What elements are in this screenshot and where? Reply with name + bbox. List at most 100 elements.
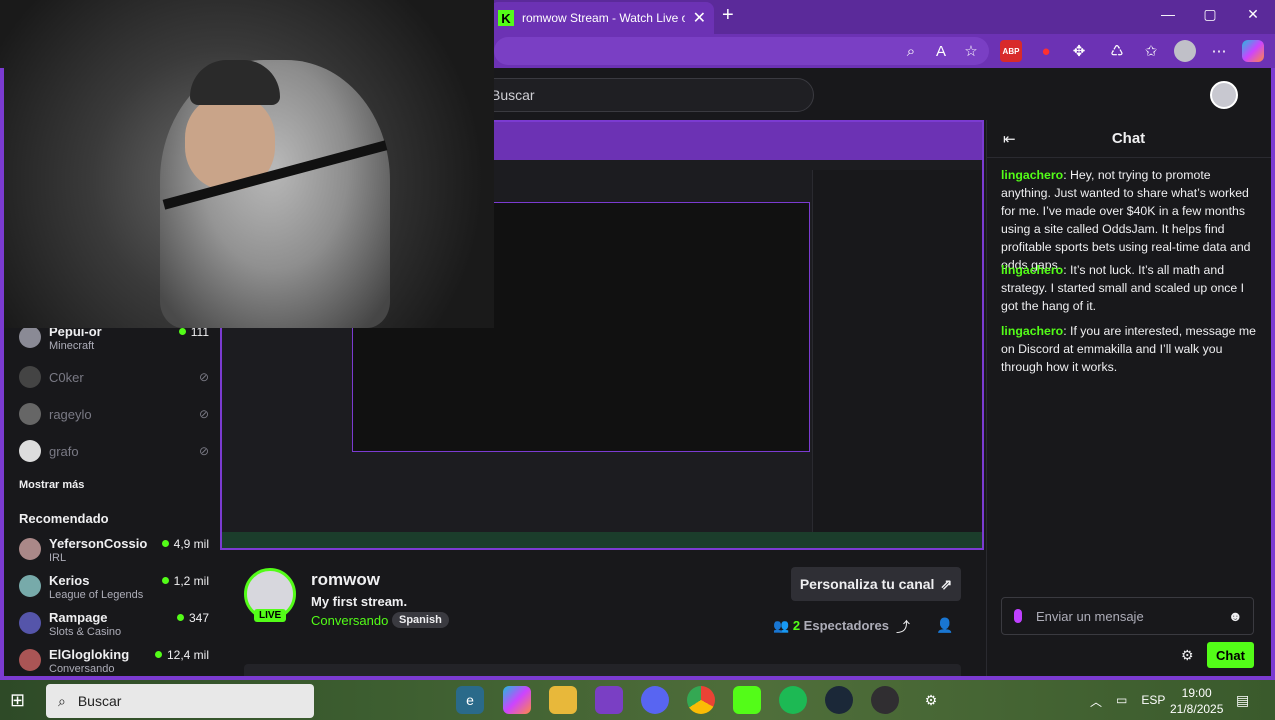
sidebar-channel-rageylo[interactable]: rageylo ⊘ <box>19 401 209 431</box>
chat-send-button[interactable]: Chat <box>1207 642 1254 668</box>
chat-input[interactable]: Enviar un mensaje <box>1001 597 1254 635</box>
avatar <box>19 366 41 388</box>
chevron-up-icon[interactable]: ︿ <box>1090 693 1102 710</box>
offline-icon: ⊘ <box>198 444 209 458</box>
share-icon[interactable]: ⤴ <box>896 617 910 637</box>
close-window-button[interactable]: ✕ <box>1233 6 1273 23</box>
app-purple-icon[interactable] <box>595 686 623 714</box>
network-icon[interactable]: ▭ <box>1116 693 1127 710</box>
collections-icon[interactable]: ✩ <box>1140 40 1162 62</box>
chat-message: lingachero: Hey, not trying to promote a… <box>1001 168 1251 272</box>
avatar <box>19 575 41 597</box>
browser-tab[interactable]: K romwow Stream - Watch Live on ✕ <box>490 2 714 34</box>
sidebar-recommended-kerios[interactable]: Kerios League of Legends 1,2 mil <box>19 573 209 603</box>
channel-category: Minecraft <box>49 340 95 352</box>
favorite-star-icon[interactable]: ☆ <box>960 40 982 62</box>
sidebar-channel-pepui[interactable]: Pepui-or Minecraft 111 <box>19 324 209 354</box>
chat-placeholder: Enviar un mensaje <box>1036 608 1144 624</box>
avatar <box>19 649 41 671</box>
stream-category[interactable]: Conversando <box>311 613 388 628</box>
copilot-app-icon[interactable] <box>503 686 531 714</box>
adblock-icon[interactable]: ABP <box>1000 40 1022 62</box>
sidebar-channel-c0ker[interactable]: C0ker ⊘ <box>19 364 209 394</box>
language-indicator[interactable]: ESP <box>1141 693 1165 710</box>
sidebar-recommended-elglogloking[interactable]: ElGlogloking Conversando 12,4 mil <box>19 647 209 677</box>
sidebar-channel-grafo[interactable]: grafo ⊘ <box>19 438 209 468</box>
webcam-overlay <box>0 0 494 328</box>
settings-gear-icon[interactable]: ⚙ <box>917 686 945 714</box>
user-avatar[interactable] <box>1210 81 1238 109</box>
collapse-chat-icon[interactable]: ⇤ <box>1003 130 1016 148</box>
viewers-label: Espectadores <box>803 618 889 633</box>
content-section <box>244 664 961 680</box>
chat-message: lingachero: It’s not luck. It’s all math… <box>1001 263 1245 313</box>
channel-category: IRL <box>49 552 67 564</box>
obs-icon[interactable] <box>871 686 899 714</box>
channel-name: C0ker <box>49 370 84 385</box>
extension-red-icon[interactable]: ● <box>1035 40 1057 62</box>
search-icon: ⌕ <box>58 692 66 709</box>
avatar <box>19 612 41 634</box>
channel-name: Rampage <box>49 610 108 625</box>
file-explorer-icon[interactable] <box>549 686 577 714</box>
clock-date: 21/8/2025 <box>1170 702 1224 716</box>
sidebar-recommended-yefersoncossio[interactable]: YefersonCossio IRL 4,9 mil <box>19 536 209 566</box>
edge-browser-icon[interactable]: e <box>456 686 484 714</box>
more-menu-icon[interactable]: ⋯ <box>1208 40 1230 62</box>
chat-username[interactable]: lingachero <box>1001 168 1063 182</box>
viewer-count: 1,2 mil <box>162 574 209 588</box>
minimize-button[interactable]: — <box>1148 6 1188 22</box>
chat-username[interactable]: lingachero <box>1001 324 1063 338</box>
offline-icon: ⊘ <box>198 370 209 384</box>
tab-close-icon[interactable]: ✕ <box>693 8 706 28</box>
steam-icon[interactable] <box>825 686 853 714</box>
profile-avatar-icon[interactable] <box>1174 40 1196 62</box>
system-tray[interactable]: ︿ ▭ ESP <box>1090 693 1165 710</box>
chrome-icon[interactable] <box>687 686 715 714</box>
live-badge: LIVE <box>254 609 287 622</box>
split-screen-icon[interactable]: ♺ <box>1106 40 1128 62</box>
emoji-icon[interactable]: ☻ <box>1228 608 1243 624</box>
viewer-count: 4,9 mil <box>162 537 209 551</box>
sidebar: Pepui-or Minecraft 111 C0ker ⊘ rageylo ⊘… <box>4 322 218 680</box>
viewers-number: 2 <box>792 618 801 633</box>
channel-category: Conversando <box>49 663 115 675</box>
customize-channel-button[interactable]: Personaliza tu canal ⇗ <box>791 567 961 601</box>
windows-start-icon[interactable]: ⊞ <box>10 690 25 711</box>
streamer-name[interactable]: romwow <box>311 570 380 590</box>
avatar <box>19 440 41 462</box>
follow-user-icon[interactable]: 👤 <box>936 617 953 634</box>
viewer-count: 347 <box>177 611 209 625</box>
stream-title: My first stream. <box>311 594 408 609</box>
viewer-count: 12,4 mil <box>155 648 209 662</box>
read-aloud-icon[interactable]: A <box>930 40 952 62</box>
offline-icon: ⊘ <box>198 407 209 421</box>
language-tag[interactable]: Spanish <box>392 612 449 628</box>
show-more-link[interactable]: Mostrar más <box>19 479 84 491</box>
chat-message: lingachero: If you are interested, messa… <box>1001 324 1256 374</box>
extensions-puzzle-icon[interactable]: ✥ <box>1068 40 1090 62</box>
inner-chat-panel <box>812 170 982 532</box>
channel-name: grafo <box>49 444 79 459</box>
maximize-button[interactable]: ▢ <box>1190 6 1230 23</box>
discord-icon[interactable] <box>641 686 669 714</box>
customize-label: Personaliza tu canal <box>799 576 935 592</box>
chat-settings-gear-icon[interactable]: ⚙ <box>1181 647 1194 664</box>
zoom-icon[interactable]: ⌕ <box>900 40 922 62</box>
taskbar-clock[interactable]: 19:00 21/8/2025 <box>1170 685 1223 717</box>
copilot-icon[interactable] <box>1242 40 1264 62</box>
spotify-icon[interactable] <box>779 686 807 714</box>
chat-title: Chat <box>986 120 1271 158</box>
channel-category: Slots & Casino <box>49 626 122 638</box>
kick-app-icon[interactable] <box>733 686 761 714</box>
sidebar-recommended-rampage[interactable]: Rampage Slots & Casino 347 <box>19 610 209 640</box>
search-input[interactable]: Buscar <box>470 78 814 112</box>
new-tab-button[interactable]: + <box>722 4 734 27</box>
taskbar-search-input[interactable]: ⌕ Buscar <box>46 684 314 718</box>
kick-logo-icon: K <box>498 10 514 26</box>
notification-icon[interactable]: ▤ <box>1236 692 1249 709</box>
mic-icon[interactable] <box>1014 609 1022 623</box>
viewer-count: 👥 2 Espectadores <box>773 618 889 634</box>
chat-username[interactable]: lingachero <box>1001 263 1063 277</box>
recommended-title: Recomendado <box>19 511 109 526</box>
